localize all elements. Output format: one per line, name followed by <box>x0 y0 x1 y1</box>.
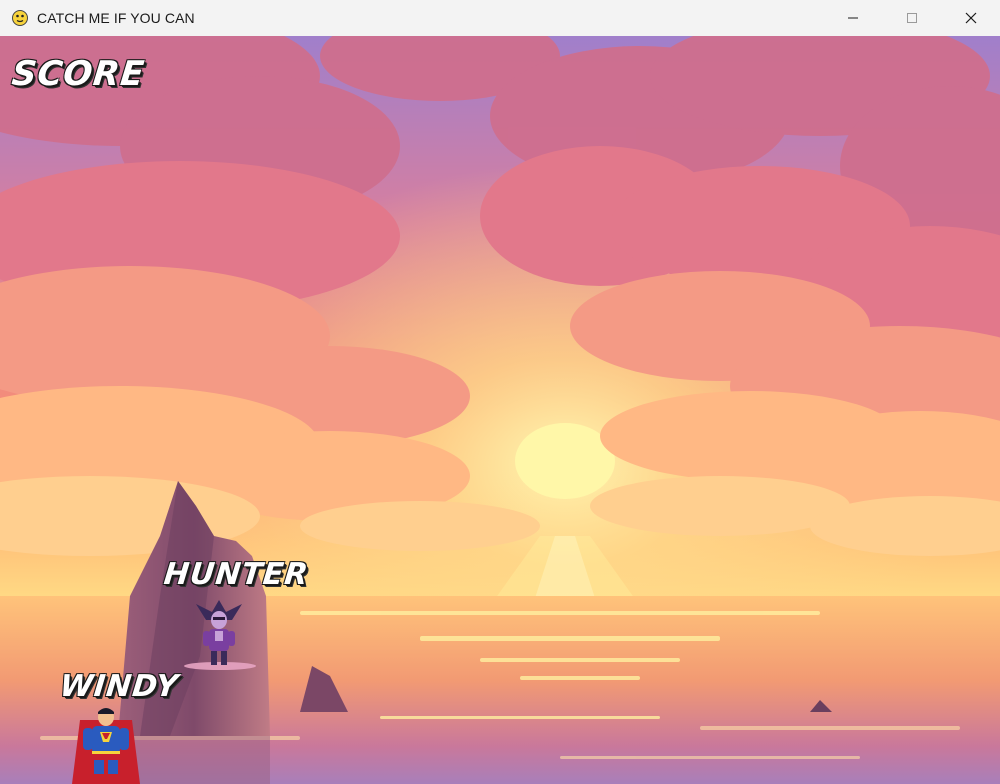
superhero-sprite <box>72 708 140 784</box>
title-bar[interactable]: CATCH ME IF YOU CAN <box>0 0 1000 36</box>
maximize-button[interactable] <box>882 0 941 36</box>
villain-sprite <box>196 600 242 665</box>
windy-label: WINDY <box>58 669 181 704</box>
maximize-icon <box>906 13 917 23</box>
window-title: CATCH ME IF YOU CAN <box>37 10 195 26</box>
close-icon <box>965 12 976 24</box>
minimize-icon <box>847 17 858 19</box>
game-window: CATCH ME IF YOU CAN SCORE HUNTER WINDY <box>0 0 1000 784</box>
window-controls <box>823 0 1000 36</box>
hunter-label: HUNTER <box>162 557 311 592</box>
minimize-button[interactable] <box>823 0 882 36</box>
pygame-snake-icon <box>12 10 28 26</box>
close-button[interactable] <box>941 0 1000 36</box>
game-canvas[interactable]: SCORE HUNTER WINDY <box>0 36 1000 784</box>
score-label: SCORE <box>9 54 147 94</box>
